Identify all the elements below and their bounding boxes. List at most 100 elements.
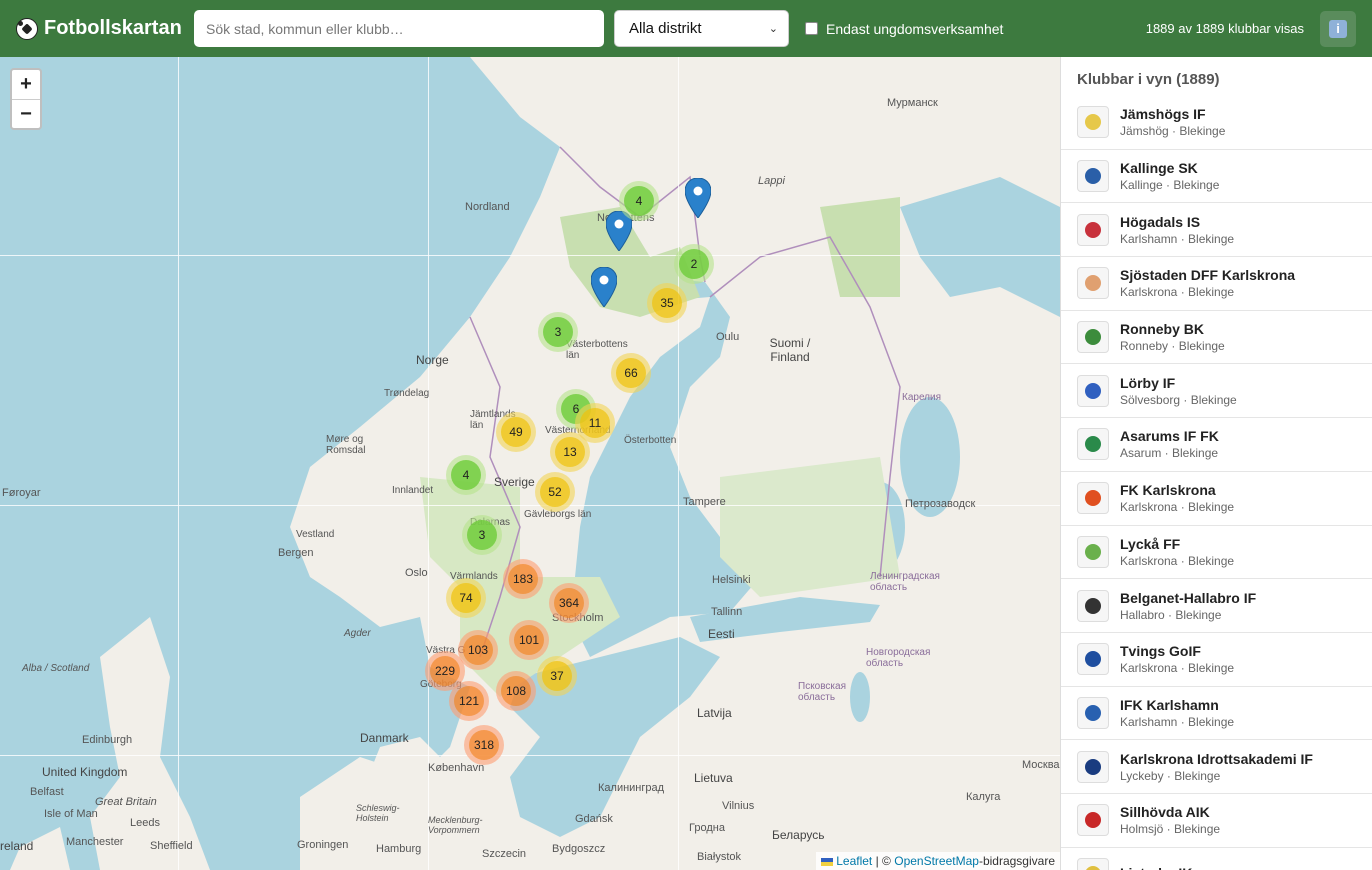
map-label: Bydgoszcz <box>552 843 606 855</box>
club-logo <box>1077 643 1109 676</box>
map-label: Tallinn <box>711 606 743 618</box>
club-count: 1889 av 1889 klubbar visas <box>1145 21 1304 36</box>
map-cluster[interactable]: 318 <box>464 725 504 765</box>
map-cluster[interactable]: 3 <box>538 312 578 352</box>
club-name: Ronneby BK <box>1120 321 1204 338</box>
map-cluster[interactable]: 35 <box>647 283 687 323</box>
map-label: Nordland <box>465 201 510 213</box>
map-cluster[interactable]: 101 <box>509 620 549 660</box>
club-list-item[interactable]: FK Karlskrona Karlskrona · Blekinge <box>1061 472 1372 526</box>
zoom-control: + − <box>10 68 42 130</box>
map-cluster-count: 52 <box>540 477 570 507</box>
osm-link[interactable]: OpenStreetMap <box>894 854 979 868</box>
club-name: Listerby IK <box>1120 865 1192 870</box>
club-location: Karlskrona · Blekinge <box>1120 661 1235 676</box>
youth-filter[interactable]: Endast ungdomsverksamhet <box>805 21 1003 37</box>
club-list-item[interactable]: Listerby IK <box>1061 848 1372 870</box>
map-label: Новгородская область <box>866 647 931 669</box>
club-list-item[interactable]: Lörby IF Sölvesborg · Blekinge <box>1061 364 1372 419</box>
map-cluster-count: 318 <box>469 730 499 760</box>
club-name: IFK Karlshamn <box>1120 696 1219 713</box>
app: Fotbollskartan Alla distrikt ⌄ Endast un… <box>0 0 1372 870</box>
map-cluster[interactable]: 74 <box>446 578 486 618</box>
club-list-item[interactable]: Karlskrona Idrottsakademi IF Lyckeby · Bl… <box>1061 740 1372 794</box>
club-logo <box>1077 428 1109 461</box>
map-cluster[interactable]: 52 <box>535 472 575 512</box>
club-list: Jämshögs IF Jämshög · Blekinge Kallinge SK… <box>1061 96 1372 870</box>
club-text: FK Karlskrona Karlskrona · Blekinge <box>1120 482 1234 514</box>
info-button[interactable]: i <box>1320 10 1356 47</box>
zoom-out-button[interactable]: − <box>12 99 40 128</box>
map-label: Мурманск <box>887 97 938 109</box>
club-name: Kallinge SK <box>1120 160 1198 177</box>
youth-checkbox[interactable] <box>805 22 818 35</box>
club-location: Hallabro · Blekinge <box>1120 607 1222 622</box>
map-label: Gdańsk <box>575 813 613 825</box>
map[interactable]: Мурманск Lappi Nordland Norrbottens Väst… <box>0 57 1060 870</box>
club-logo <box>1077 106 1109 139</box>
club-list-item[interactable]: Sillhövda AIK Holmsjö · Blekinge <box>1061 794 1372 848</box>
map-label: Tampere <box>683 496 726 508</box>
club-logo <box>1077 589 1109 622</box>
map-cluster-count: 103 <box>463 635 493 665</box>
map-cluster[interactable]: 121 <box>449 681 489 721</box>
map-label: Eesti <box>708 627 735 641</box>
attribution-separator: | © <box>872 854 895 868</box>
club-logo <box>1077 535 1109 568</box>
map-label: Vilnius <box>722 800 755 812</box>
club-list-item[interactable]: Jämshögs IF Jämshög · Blekinge <box>1061 96 1372 150</box>
map-cluster-count: 4 <box>451 460 481 490</box>
map-label: Калининград <box>598 782 665 794</box>
map-label: Беларусь <box>772 828 825 842</box>
map-cluster[interactable]: 364 <box>549 583 589 623</box>
map-label: Leeds <box>130 817 160 829</box>
club-list-item[interactable]: Lyckå FF Karlskrona · Blekinge <box>1061 526 1372 580</box>
district-select[interactable]: Alla distrikt ⌄ <box>614 10 789 47</box>
club-list-item[interactable]: Ronneby BK Ronneby · Blekinge <box>1061 311 1372 365</box>
info-icon: i <box>1329 19 1347 38</box>
club-crest-icon <box>1085 543 1101 560</box>
club-text: Asarums IF FK Asarum · Blekinge <box>1120 428 1219 460</box>
club-crest-icon <box>1085 329 1101 346</box>
map-label: Latvija <box>697 706 732 720</box>
map-cluster[interactable]: 66 <box>611 353 651 393</box>
map-marker-icon[interactable] <box>685 178 711 218</box>
map-cluster[interactable]: 37 <box>537 656 577 696</box>
club-text: Jämshögs IF Jämshög · Blekinge <box>1120 106 1225 138</box>
zoom-in-button[interactable]: + <box>12 70 40 99</box>
map-cluster[interactable]: 2 <box>674 244 714 284</box>
club-list-item[interactable]: Tvings GoIF Karlskrona · Blekinge <box>1061 633 1372 687</box>
club-list-item[interactable]: IFK Karlshamn Karlshamn · Blekinge <box>1061 687 1372 741</box>
map-cluster-count: 3 <box>467 520 497 550</box>
map-label: Suomi / Finland <box>769 336 811 364</box>
club-text: Kallinge SK Kallinge · Blekinge <box>1120 160 1219 192</box>
map-cluster[interactable]: 49 <box>496 412 536 452</box>
club-list-item[interactable]: Asarums IF FK Asarum · Blekinge <box>1061 418 1372 472</box>
club-text: Ronneby BK Ronneby · Blekinge <box>1120 321 1225 353</box>
map-cluster-count: 49 <box>501 417 531 447</box>
club-logo <box>1077 696 1109 729</box>
map-cluster[interactable]: 13 <box>550 432 590 472</box>
map-cluster[interactable]: 183 <box>503 559 543 599</box>
map-cluster[interactable]: 4 <box>619 181 659 221</box>
search-input[interactable] <box>194 10 604 47</box>
map-label: Groningen <box>297 839 349 851</box>
club-list-item[interactable]: Belganet-Hallabro IF Hallabro · Blekinge <box>1061 579 1372 633</box>
map-label: Belfast <box>30 786 64 798</box>
map-label: Agder <box>344 628 371 639</box>
club-crest-icon <box>1085 812 1101 829</box>
map-cluster[interactable]: 4 <box>446 455 486 495</box>
map-cluster[interactable]: 108 <box>496 671 536 711</box>
club-list-item[interactable]: Kallinge SK Kallinge · Blekinge <box>1061 150 1372 204</box>
club-list-panel: Klubbar i vyn (1889) Jämshögs IF Jämshög … <box>1060 57 1372 870</box>
leaflet-link[interactable]: Leaflet <box>836 854 872 868</box>
map-marker-icon[interactable] <box>591 267 617 307</box>
club-name: Lörby IF <box>1120 374 1176 391</box>
club-list-item[interactable]: Högadals IS Karlshamn · Blekinge <box>1061 203 1372 258</box>
grid-line <box>0 505 1060 506</box>
map-cluster[interactable]: 3 <box>462 515 502 555</box>
club-text: IFK Karlshamn Karlshamn · Blekinge <box>1120 697 1234 729</box>
club-list-item[interactable]: Sjöstaden DFF Karlskrona Karlskrona · Ble… <box>1061 257 1372 311</box>
brand-title: Fotbollskartan <box>44 17 182 39</box>
map-label: Hamburg <box>376 843 422 855</box>
